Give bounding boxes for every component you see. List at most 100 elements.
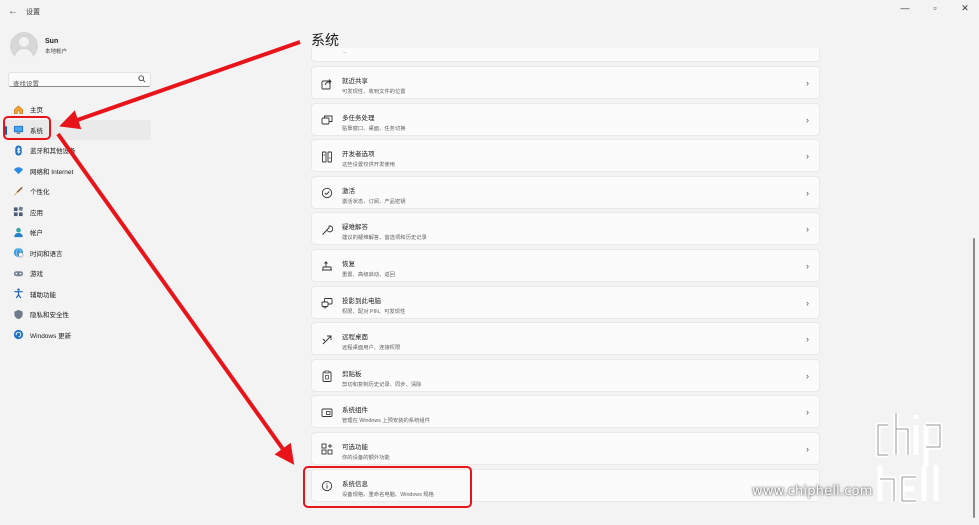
page-title: 系统 [311,32,339,48]
settings-card-remote-desktop[interactable]: 远程桌面 远程桌面用户、连接权限 › [311,322,820,356]
sidebar-item-label: 网络和 Internet [30,168,74,176]
card-title: 恢复 [342,260,355,268]
sidebar-item-privacy[interactable]: 隐私和安全性 [4,304,151,325]
settings-card-project-to-pc[interactable]: 投影到此电脑 权限、配对 PIN、可发现性 › [311,285,820,319]
search-input[interactable] [9,78,129,91]
highlight-box-system [3,116,51,140]
sidebar-item-time-language[interactable]: 时间和语言 [4,243,151,264]
card-subtitle: 你的设备的额外功能 [342,454,390,461]
components-icon [320,406,333,419]
sidebar-item-label: Windows 更新 [30,332,72,340]
highlight-box-about [303,466,472,508]
sidebar-item-label: 时间和语言 [30,250,63,258]
sidebar-item-label: 游戏 [30,271,43,279]
settings-list: … 就近共享 可发现性、收到文件的位置 › 多任务处理 贴靠窗口、桌面、任务切换… [311,48,820,505]
window-controls: — ▫ ✕ [899,3,971,14]
globe-clock-icon [13,247,24,258]
sidebar-item-accessibility[interactable]: 辅助功能 [4,284,151,305]
card-subtitle: 这些设置仅供开发使用 [342,162,395,169]
sidebar-item-label: 应用 [30,209,43,217]
chevron-right-icon: › [806,187,809,198]
chevron-right-icon: › [806,334,809,345]
wifi-icon [13,165,24,176]
card-subtitle: 管理在 Windows 上预安装的系统组件 [342,418,430,425]
card-title: 远程桌面 [342,334,368,342]
card-title: 激活 [342,187,355,195]
settings-card-multitasking[interactable]: 多任务处理 贴靠窗口、桌面、任务切换 › [311,102,820,136]
developer-icon [320,150,333,163]
scrollbar[interactable] [973,238,975,518]
sidebar-item-personalization[interactable]: 个性化 [4,181,151,202]
card-subtitle: 权限、配对 PIN、可发现性 [342,308,406,315]
settings-card-developer-options[interactable]: 开发者选项 这些设置仅供开发使用 › [311,139,820,173]
sidebar-item-network[interactable]: 网络和 Internet [4,161,151,182]
card-title: 剪贴板 [342,370,362,378]
card-subtitle: 重置、高级启动、返回 [342,271,395,278]
chevron-right-icon: › [806,224,809,235]
app-title: 设置 [26,9,40,16]
multitask-icon [320,114,333,127]
share-icon [320,77,333,90]
minimize-button[interactable]: — [899,3,911,14]
card-subtitle: … [342,49,347,55]
windows-update-icon [13,329,24,340]
chevron-right-icon: › [806,370,809,381]
user-name: Sun [45,37,59,45]
watermark-text: www.chiphell.com [752,484,873,499]
card-title: 可选功能 [342,443,368,451]
card-subtitle: 可发现性、收到文件的位置 [342,89,406,95]
sidebar-item-apps[interactable]: 应用 [4,202,151,223]
chevron-right-icon: › [806,114,809,125]
recovery-icon [320,260,333,273]
projection-icon [320,297,333,310]
apps-icon [13,206,24,217]
search-box [8,72,151,91]
check-circle-icon [320,187,333,200]
close-button[interactable]: ✕ [959,3,971,14]
avatar [10,32,38,60]
brush-icon [13,186,24,197]
chevron-right-icon: › [806,151,809,162]
settings-card-optional-features[interactable]: 可选功能 你的设备的额外功能 › [311,431,820,465]
card-subtitle: 建议的疑难解答、首选项和历史记录 [342,235,427,242]
settings-card-nearby-sharing[interactable]: 就近共享 可发现性、收到文件的位置 › [311,66,820,99]
settings-card-system-components[interactable]: 系统组件 管理在 Windows 上预安装的系统组件 › [311,395,820,429]
sidebar-item-label: 主页 [30,107,43,115]
card-title: 疑难解答 [342,224,368,232]
card-subtitle: 剪切和复制历史记录、同步、清除 [342,381,422,388]
accessibility-icon [13,288,24,299]
card-title: 系统组件 [342,407,368,415]
settings-card-partial[interactable]: … [311,48,820,62]
home-icon [13,104,24,115]
card-subtitle: 贴靠窗口、桌面、任务切换 [342,125,406,132]
optional-features-icon [320,443,333,456]
sidebar-item-label: 个性化 [30,189,50,197]
sidebar-item-windows-update[interactable]: Windows 更新 [4,325,151,346]
settings-card-recovery[interactable]: 恢复 重置、高级启动、返回 › [311,248,820,282]
chevron-right-icon: › [806,260,809,271]
settings-card-troubleshoot[interactable]: 疑难解答 建议的疑难解答、首选项和历史记录 › [311,212,820,246]
settings-card-clipboard[interactable]: 剪贴板 剪切和复制历史记录、同步、清除 › [311,358,820,392]
user-profile[interactable]: Sun 本地帐户 [10,32,67,60]
account-icon [13,227,24,238]
chiphell-logo [875,413,943,504]
card-title: 就近共享 [342,78,368,85]
card-title: 多任务处理 [342,114,375,122]
sidebar-item-gaming[interactable]: 游戏 [4,263,151,284]
chevron-right-icon: › [806,443,809,454]
sidebar-item-label: 蓝牙和其他设备 [30,148,76,156]
card-title: 投影到此电脑 [342,297,381,305]
search-icon[interactable] [138,75,146,85]
back-arrow-icon[interactable]: ← [6,5,20,19]
clipboard-icon [320,370,333,383]
wrench-icon [320,223,333,236]
sidebar-item-label: 辅助功能 [30,291,56,299]
chevron-right-icon: › [806,297,809,308]
sidebar-item-bluetooth[interactable]: 蓝牙和其他设备 [4,140,151,161]
card-title: 开发者选项 [342,151,375,159]
settings-card-activation[interactable]: 激活 激活状态、订阅、产品密钥 › [311,175,820,209]
bluetooth-icon [13,145,24,156]
card-subtitle: 激活状态、订阅、产品密钥 [342,198,406,205]
maximize-button[interactable]: ▫ [929,3,941,14]
sidebar-item-accounts[interactable]: 帐户 [4,222,151,243]
